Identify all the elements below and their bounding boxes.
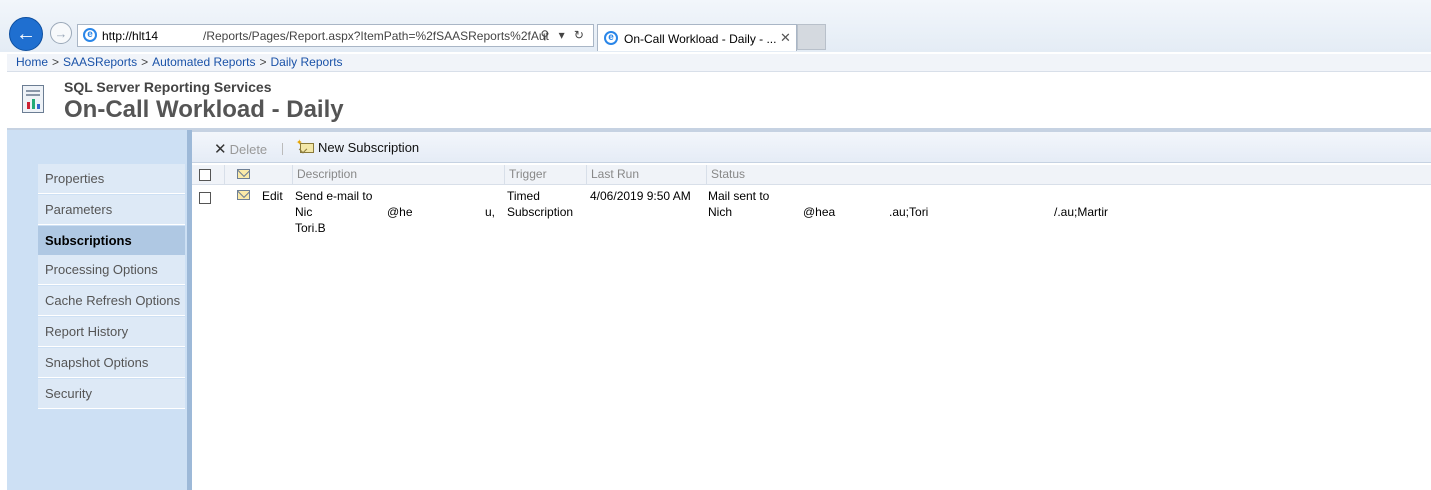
description-line: Tori.B <box>295 221 326 235</box>
breadcrumb-daily-reports[interactable]: Daily Reports <box>271 55 343 69</box>
ie-logo-icon: e <box>604 31 618 45</box>
column-status[interactable]: Status <box>706 165 1431 184</box>
edit-link[interactable]: Edit <box>262 188 283 204</box>
description-line: u, <box>485 205 496 219</box>
breadcrumb-separator: > <box>259 55 267 69</box>
mail-icon <box>237 169 250 179</box>
url-host: http://hlt14 <box>102 29 159 43</box>
delete-button[interactable]: ✕ Delete <box>214 140 267 158</box>
column-last-run[interactable]: Last Run <box>586 165 706 184</box>
sidebar-item-parameters[interactable]: Parameters <box>38 195 185 225</box>
delete-label: Delete <box>229 142 268 157</box>
sidebar-item-cache-refresh-options[interactable]: Cache Refresh Options <box>38 286 185 316</box>
sidebar-item-report-history[interactable]: Report History <box>38 317 185 347</box>
browser-tab[interactable]: e On-Call Workload - Daily - ... ✕ <box>597 24 797 51</box>
mail-icon <box>237 190 250 200</box>
description-line: @he <box>387 205 413 219</box>
status-line: .au;Tori <box>889 205 929 219</box>
breadcrumb-saasreports[interactable]: SAASReports <box>63 55 137 69</box>
sidebar-item-security[interactable]: Security <box>38 379 185 409</box>
sidebar-item-subscriptions[interactable]: Subscriptions <box>38 226 185 256</box>
url-redaction <box>161 27 203 44</box>
trigger-line: Timed <box>507 189 540 203</box>
new-subscription-button[interactable]: ✦ New Subscription <box>296 138 420 155</box>
breadcrumb-separator: > <box>141 55 149 69</box>
status-line: /.au;Martir <box>1054 205 1109 219</box>
close-icon[interactable]: ✕ <box>780 30 791 46</box>
breadcrumb-separator: > <box>52 55 60 69</box>
description-line: Send e-mail to <box>295 189 373 203</box>
tab-title: On-Call Workload - Daily - ... <box>624 32 777 46</box>
last-run-value: 4/06/2019 9:50 AM <box>590 189 691 203</box>
column-trigger[interactable]: Trigger <box>504 165 586 184</box>
column-description[interactable]: Description <box>292 165 504 184</box>
status-line: Mail sent to <box>708 189 770 203</box>
sidebar-item-properties[interactable]: Properties <box>38 164 185 194</box>
breadcrumb-automated-reports[interactable]: Automated Reports <box>152 55 255 69</box>
status-line: @hea <box>803 205 836 219</box>
status-line: Nich <box>708 205 733 219</box>
select-all-checkbox[interactable] <box>199 169 211 181</box>
toolbar: ✕ Delete ✦ New Subscription <box>192 130 1431 163</box>
app-name: SQL Server Reporting Services <box>64 79 272 95</box>
new-subscription-icon: ✦ <box>296 138 314 153</box>
sidebar-item-processing-options[interactable]: Processing Options <box>38 255 185 285</box>
row-checkbox[interactable] <box>199 192 211 204</box>
report-icon <box>22 85 44 113</box>
main-content: ✕ Delete ✦ New Subscription Description Tr… <box>192 130 1431 490</box>
browser-chrome: ← → e http://hlt14 /Reports/Pages/Report… <box>0 0 1431 52</box>
new-subscription-label: New Subscription <box>318 140 420 155</box>
delete-icon: ✕ <box>214 141 227 158</box>
toolbar-divider <box>282 143 283 155</box>
description-line: Nic <box>295 205 313 219</box>
url-path: /Reports/Pages/Report.aspx?ItemPath=%2fS… <box>203 29 549 43</box>
page-header: SQL Server Reporting Services On-Call Wo… <box>7 72 1431 130</box>
new-tab-button[interactable] <box>797 24 826 50</box>
breadcrumb: Home > SAASReports > Automated Reports > Daily… <box>7 54 1431 72</box>
forward-arrow-icon[interactable]: → <box>50 22 72 44</box>
table-header: Description Trigger Last Run Status <box>192 165 1431 185</box>
address-bar-icons[interactable]: ⚲ ▾ ↻ <box>540 28 587 42</box>
sidebar: Properties Parameters Subscriptions Proc… <box>7 130 192 490</box>
breadcrumb-home[interactable]: Home <box>16 55 48 69</box>
trigger-line: Subscription <box>507 205 574 219</box>
page-title: On-Call Workload - Daily <box>64 96 344 123</box>
address-bar[interactable]: e http://hlt14 /Reports/Pages/Report.asp… <box>77 24 594 47</box>
back-arrow-icon[interactable]: ← <box>9 17 43 51</box>
ie-logo-icon: e <box>83 28 97 42</box>
column-type <box>224 165 260 184</box>
sidebar-item-snapshot-options[interactable]: Snapshot Options <box>38 348 185 378</box>
